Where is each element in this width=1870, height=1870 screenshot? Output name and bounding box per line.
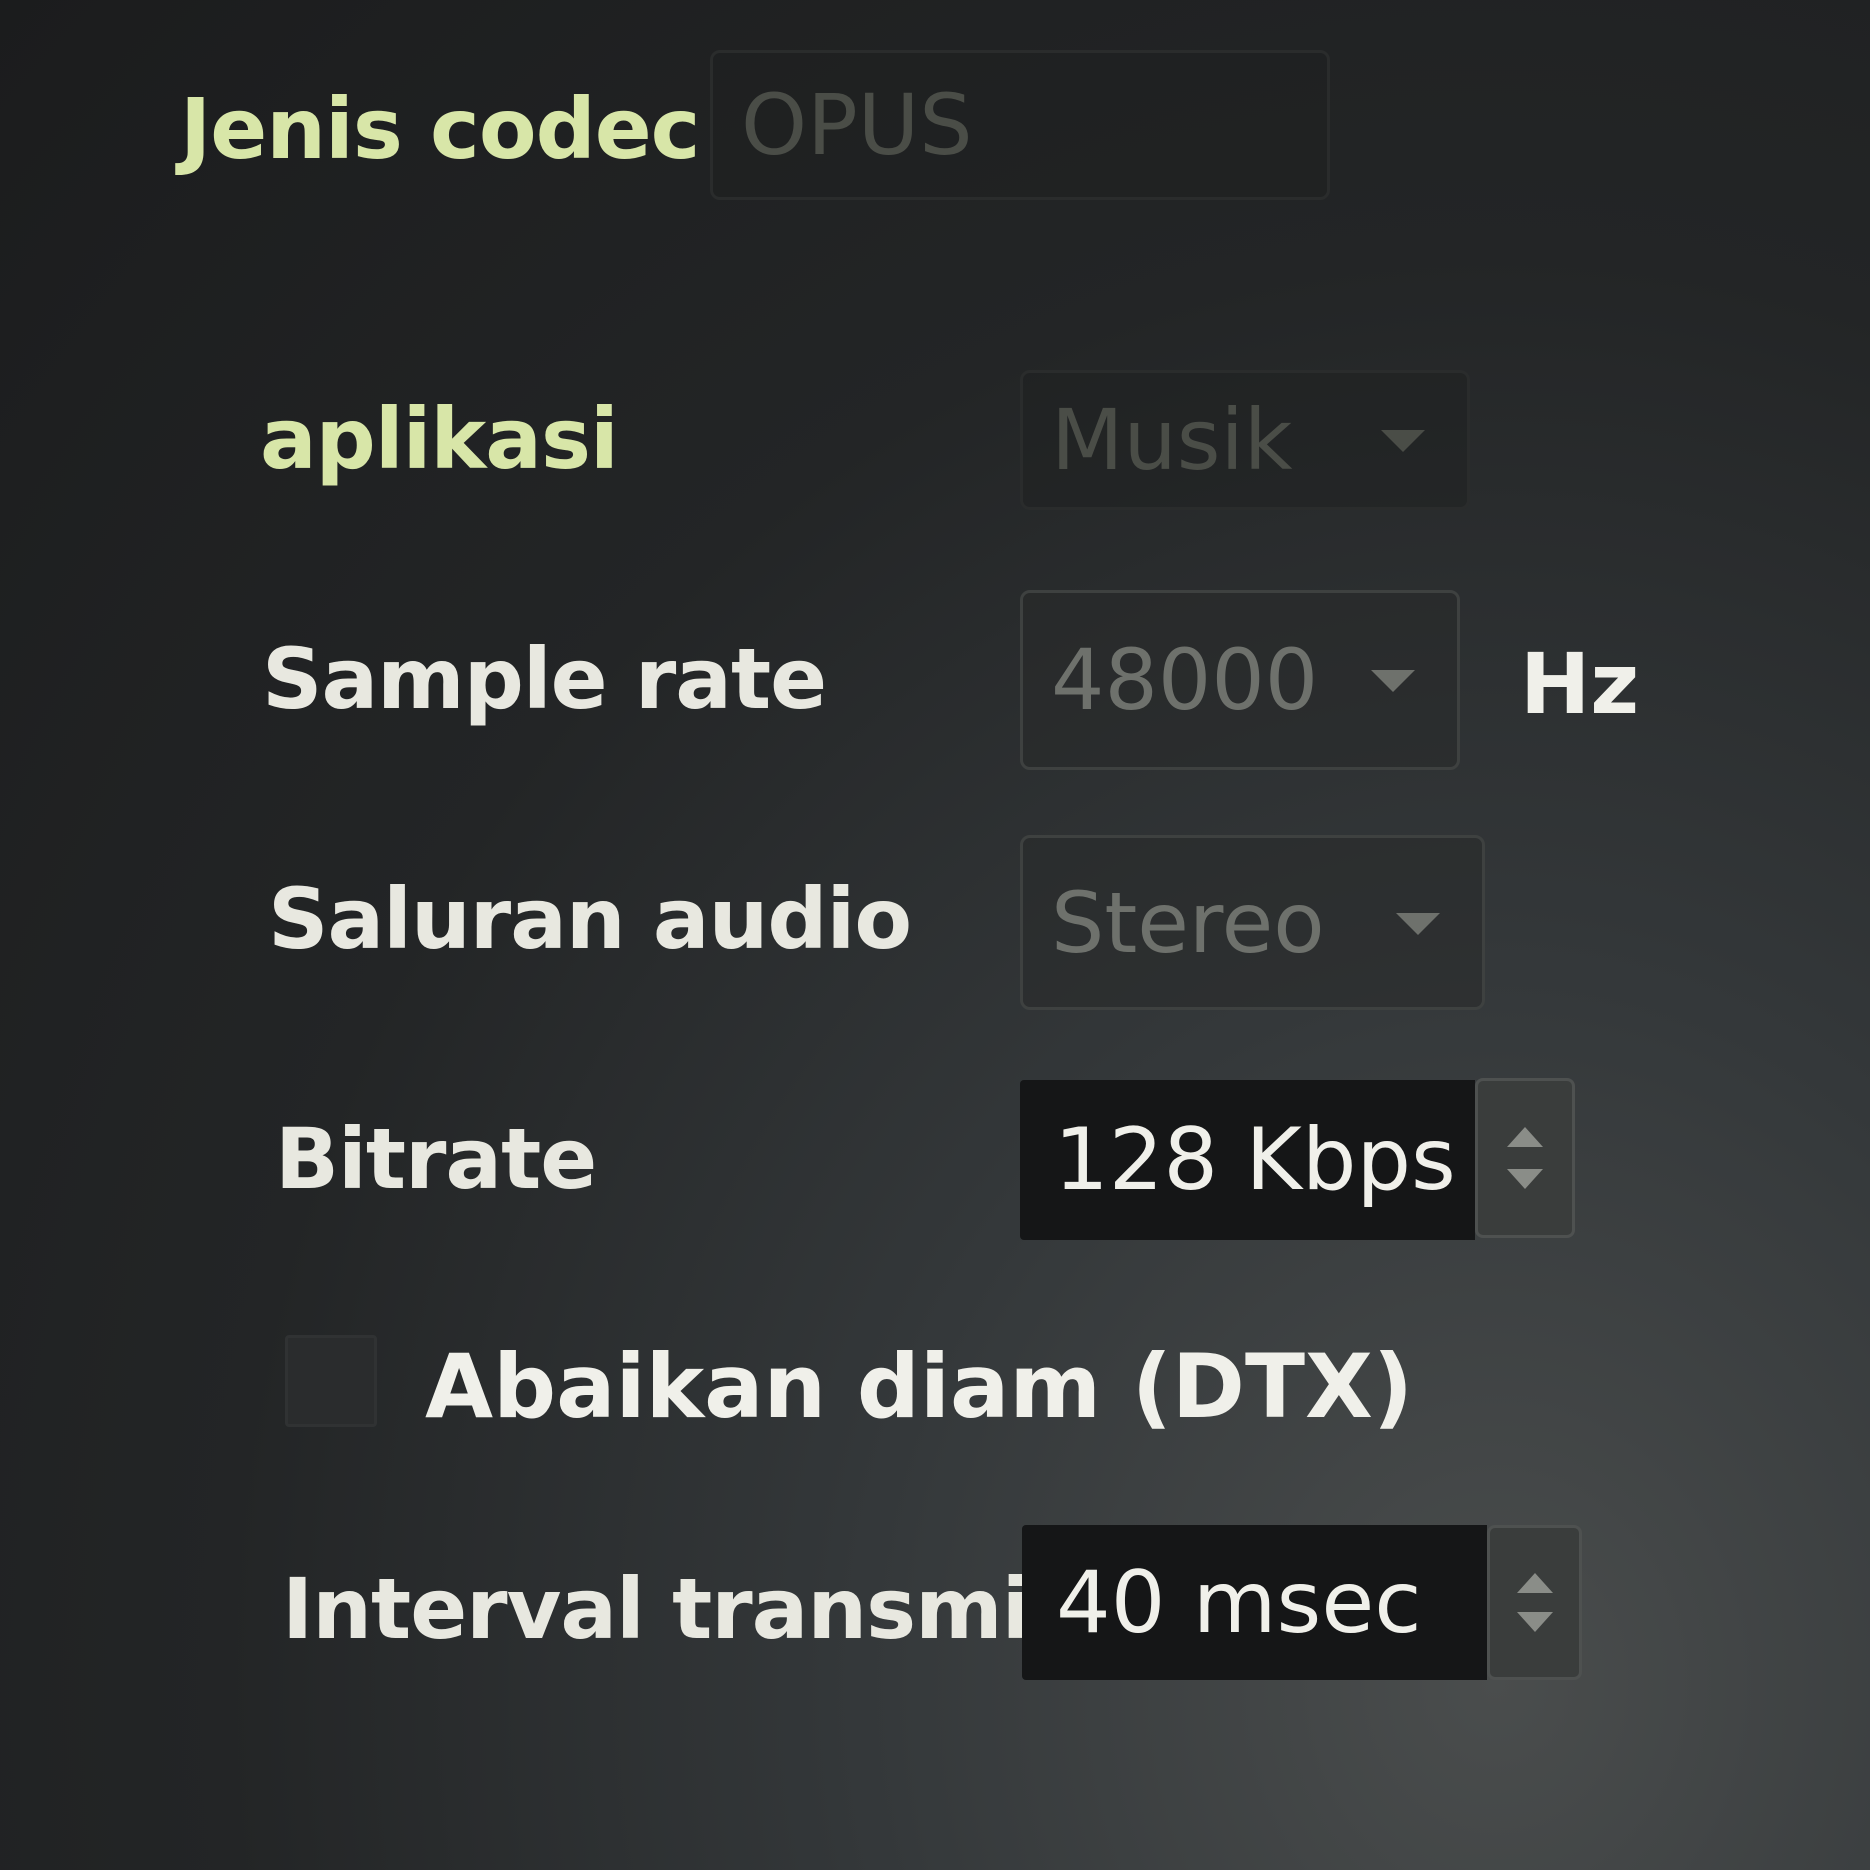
dtx-label[interactable]: Abaikan diam (DTX) xyxy=(425,1335,1413,1438)
chevron-up-icon xyxy=(1516,1572,1553,1593)
codec-field: OPUS xyxy=(710,50,1330,200)
transmit-interval-label: Interval transmisi xyxy=(282,1560,1107,1658)
application-dropdown[interactable]: Musik xyxy=(1020,370,1470,510)
sample-rate-dropdown[interactable]: 48000 xyxy=(1020,590,1460,770)
audio-channel-label: Saluran audio xyxy=(268,870,912,968)
chevron-down-icon xyxy=(1516,1612,1553,1633)
chevron-down-icon xyxy=(1396,912,1440,935)
sample-rate-value: 48000 xyxy=(1051,631,1319,729)
bitrate-value: 128 Kbps xyxy=(1054,1110,1456,1210)
bitrate-input[interactable]: 128 Kbps xyxy=(1020,1080,1475,1240)
dtx-checkbox[interactable] xyxy=(285,1335,377,1427)
bitrate-label: Bitrate xyxy=(275,1110,597,1208)
audio-channel-value: Stereo xyxy=(1051,873,1325,972)
sample-rate-unit: Hz xyxy=(1520,635,1640,733)
transmit-interval-stepper[interactable] xyxy=(1487,1525,1582,1680)
audio-channel-dropdown[interactable]: Stereo xyxy=(1020,835,1485,1010)
chevron-down-icon xyxy=(1371,670,1415,692)
transmit-interval-input[interactable]: 40 msec xyxy=(1022,1525,1487,1680)
application-value: Musik xyxy=(1051,391,1293,489)
chevron-up-icon xyxy=(1507,1127,1543,1148)
bitrate-stepper[interactable] xyxy=(1475,1078,1575,1238)
codec-value: OPUS xyxy=(741,76,973,174)
codec-label: Jenis codec xyxy=(180,80,700,178)
chevron-down-icon xyxy=(1381,430,1425,452)
chevron-down-icon xyxy=(1507,1168,1543,1189)
sample-rate-label: Sample rate xyxy=(262,630,827,728)
application-label: aplikasi xyxy=(260,390,619,488)
transmit-interval-value: 40 msec xyxy=(1056,1552,1422,1653)
